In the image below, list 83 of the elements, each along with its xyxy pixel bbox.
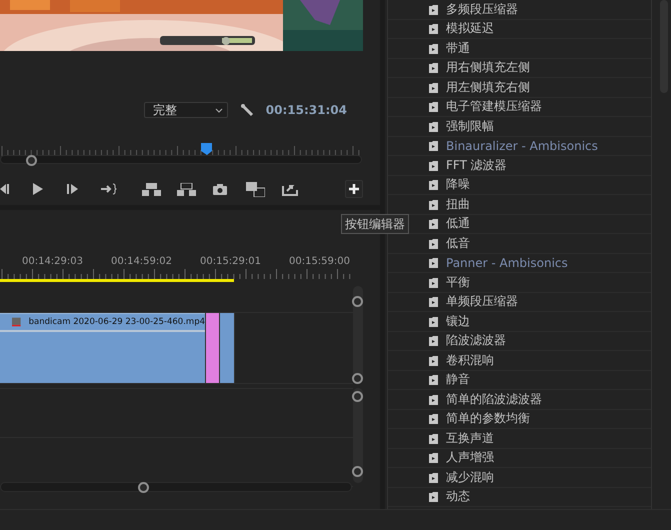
effect-icon <box>428 472 439 483</box>
effect-label[interactable]: 强制限幅 <box>446 118 494 135</box>
effect-icon <box>428 354 439 366</box>
plus-icon <box>349 184 359 194</box>
insert-icon[interactable] <box>101 183 117 195</box>
export-icon[interactable] <box>282 182 298 196</box>
effect-icon <box>428 82 439 93</box>
effect-label[interactable]: 简单的陷波滤波器 <box>446 390 542 408</box>
time-ruler[interactable] <box>0 269 353 279</box>
step-forward-icon[interactable] <box>67 183 79 195</box>
video-clip-end[interactable] <box>220 313 235 383</box>
effect-label[interactable]: 人声增强 <box>446 449 494 466</box>
effect-label[interactable]: 陷波滤波器 <box>446 332 506 350</box>
effect-label[interactable]: 镶边 <box>446 312 470 330</box>
effect-icon <box>428 238 439 249</box>
camera-icon[interactable] <box>213 184 227 194</box>
effect-icon <box>428 179 439 190</box>
transition-clip[interactable] <box>205 313 220 383</box>
timeline-scrollbar[interactable] <box>0 482 352 492</box>
effect-label[interactable]: 扭曲 <box>446 196 470 213</box>
effect-icon <box>428 335 439 346</box>
effect-icon <box>428 296 439 308</box>
effect-label[interactable]: 减少混响 <box>446 468 494 486</box>
effect-label[interactable]: 静音 <box>446 371 470 388</box>
lift-icon[interactable] <box>142 182 161 196</box>
effect-icon <box>428 374 439 386</box>
effect-icon <box>428 42 439 54</box>
tooltip: 按钮编辑器 <box>341 214 409 234</box>
time-label: 00:14:29:03 <box>20 256 84 267</box>
video-clip[interactable]: bandicam 2020-06-29 23-00-25-460.mp4 <box>0 313 205 383</box>
effect-label[interactable]: 低音 <box>446 234 470 252</box>
add-button[interactable] <box>345 180 363 198</box>
effect-label[interactable]: 单频段压缩器 <box>446 293 518 310</box>
step-back-icon[interactable] <box>0 183 10 195</box>
effect-label[interactable]: 用左侧填充右侧 <box>446 78 530 96</box>
effect-icon <box>428 23 439 34</box>
effect-icon <box>428 140 439 152</box>
track-scrollbar[interactable] <box>353 286 363 381</box>
time-label: 00:15:29:01 <box>198 256 262 267</box>
effect-label[interactable]: Binauralizer - Ambisonics <box>446 138 598 153</box>
clip-name: bandicam 2020-06-29 23-00-25-460.mp4 <box>28 317 205 327</box>
effect-icon <box>428 198 439 210</box>
effect-label[interactable]: 低通 <box>446 215 470 232</box>
effect-label[interactable]: 降噪 <box>446 176 470 194</box>
effect-icon <box>428 101 439 112</box>
effect-label[interactable]: 多频段压缩器 <box>446 0 518 18</box>
playhead-marker[interactable] <box>201 143 212 155</box>
effect-label[interactable]: Panner - Ambisonics <box>446 256 568 270</box>
effect-icon <box>428 394 439 405</box>
effect-label[interactable]: 简单的参数均衡 <box>446 410 530 428</box>
time-label: 00:14:59:02 <box>110 256 173 267</box>
timecode[interactable]: 00:15:31:04 <box>266 103 347 117</box>
effect-icon <box>428 160 439 171</box>
effect-label[interactable]: 平衡 <box>446 274 470 291</box>
effect-icon <box>428 491 439 502</box>
zoom-select[interactable]: 完整 <box>144 102 228 118</box>
effect-icon <box>428 120 439 132</box>
compare-icon[interactable] <box>246 182 265 196</box>
caret-icon <box>214 108 223 112</box>
track-scrollbar[interactable] <box>353 388 363 483</box>
wrench-icon[interactable] <box>240 103 254 117</box>
effect-icon <box>428 218 439 230</box>
effect-label[interactable]: 模拟延迟 <box>446 20 494 38</box>
effect-label[interactable]: 互换声道 <box>446 430 494 447</box>
effect-label[interactable]: 用右侧填充左侧 <box>446 59 530 76</box>
effect-icon <box>428 276 439 288</box>
extract-icon[interactable] <box>177 182 196 196</box>
effect-label[interactable]: 带通 <box>446 40 470 57</box>
play-icon[interactable] <box>32 183 44 195</box>
effect-icon <box>428 257 439 268</box>
effect-icon <box>428 452 439 464</box>
effect-label[interactable]: FFT 滤波器 <box>446 156 507 174</box>
effect-icon <box>428 62 439 74</box>
zoom-scrollbar[interactable] <box>0 155 362 164</box>
effect-icon <box>428 432 439 444</box>
time-label: 00:15:59:00 <box>288 256 351 267</box>
effect-icon <box>428 413 439 424</box>
effect-label[interactable]: 电子管建模压缩器 <box>446 98 542 116</box>
effect-icon <box>428 316 439 327</box>
effect-label[interactable]: 动态 <box>446 488 470 506</box>
effect-label[interactable]: 卷积混响 <box>446 352 494 369</box>
effect-icon <box>428 4 439 15</box>
fx-icon <box>12 316 21 328</box>
